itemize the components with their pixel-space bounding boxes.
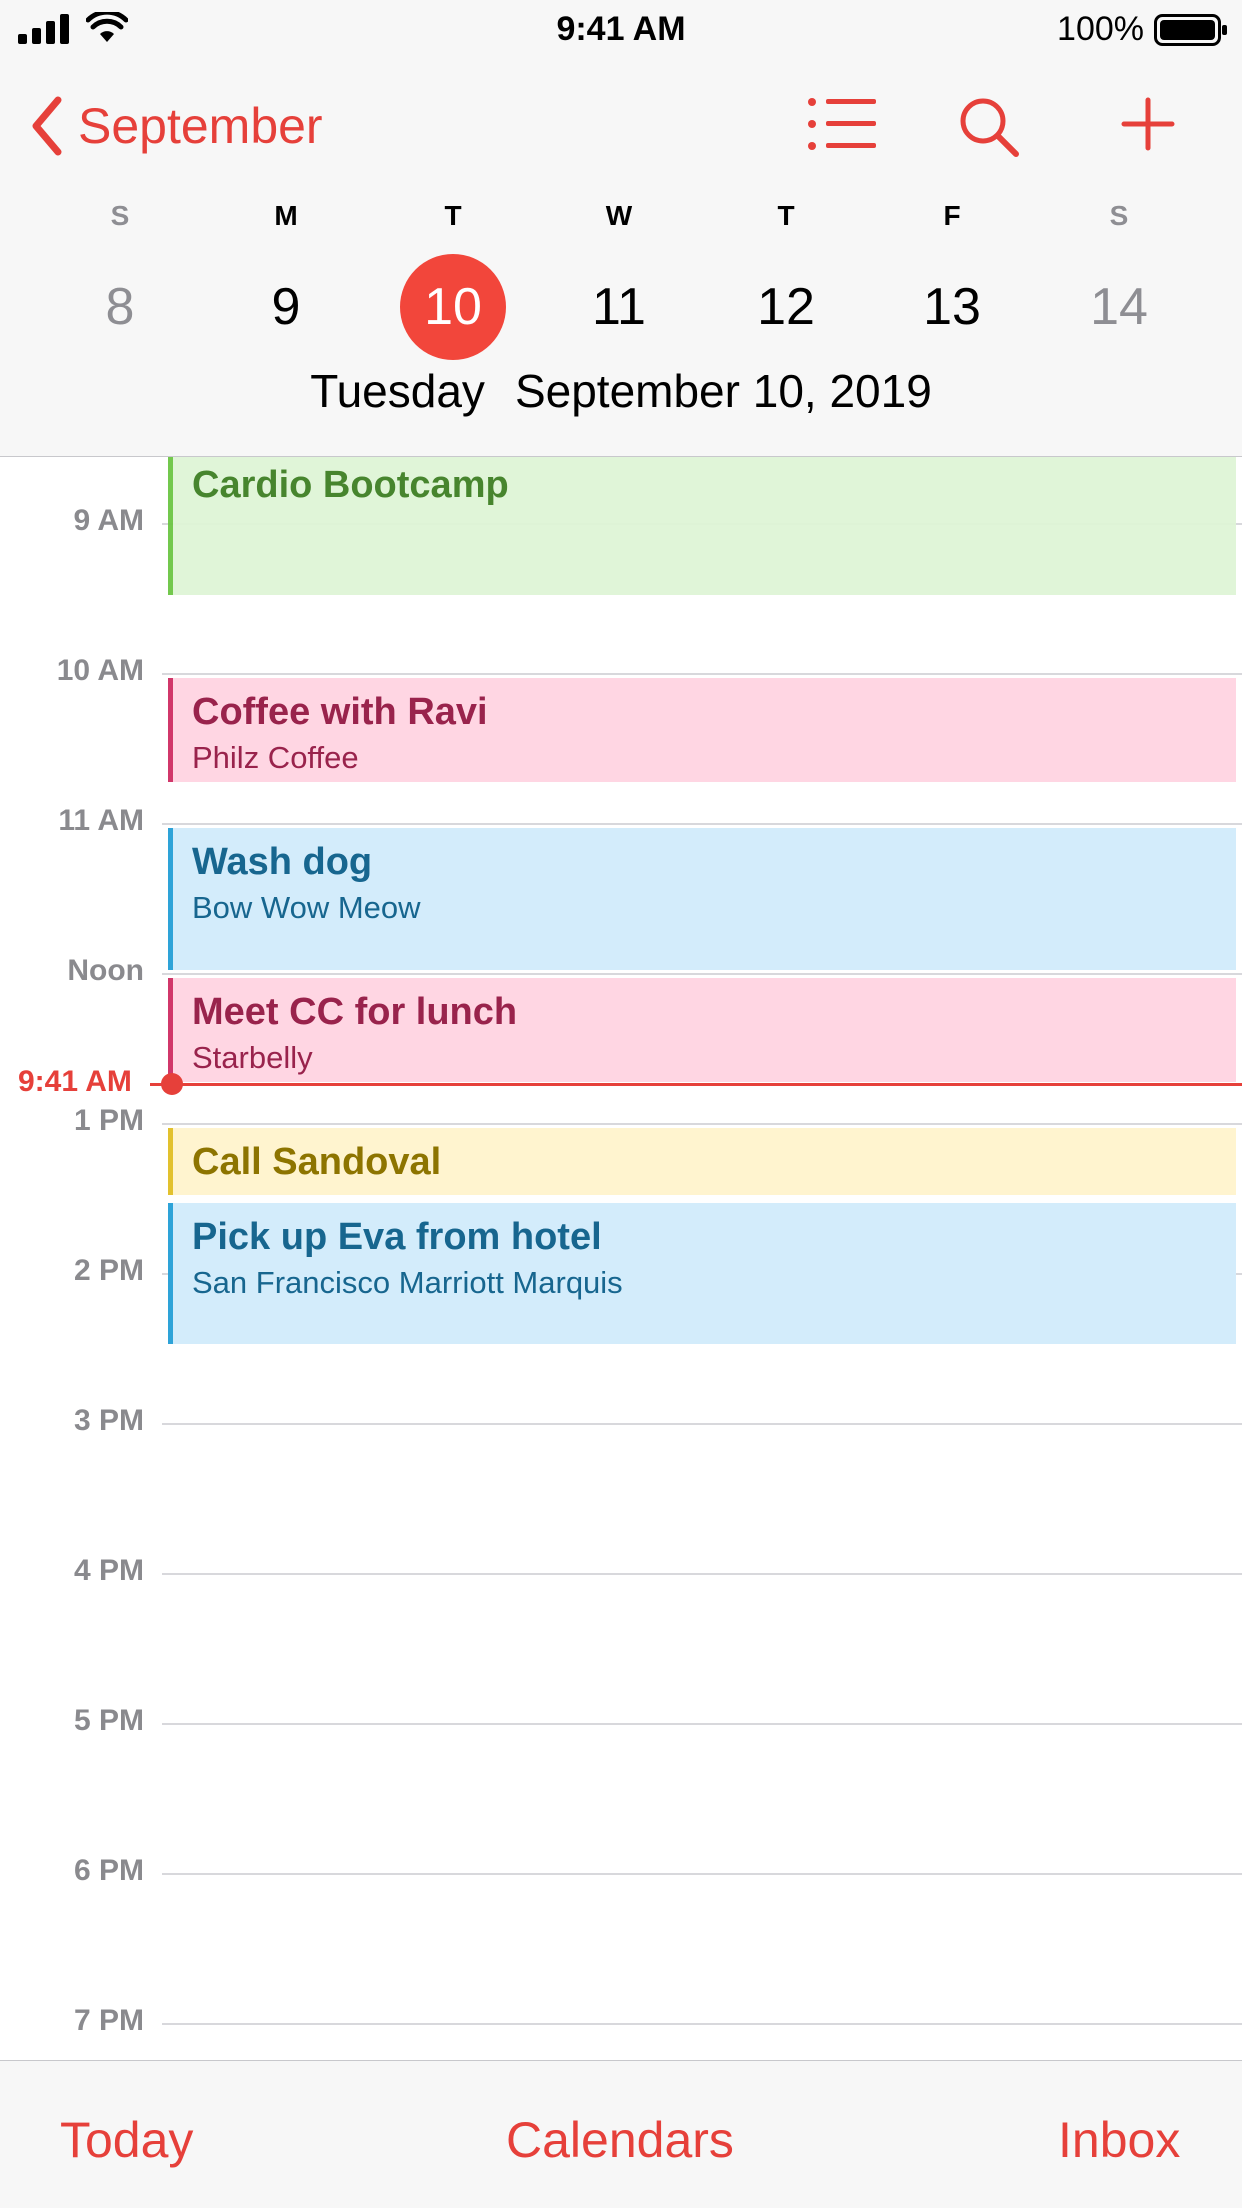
hour-gridline xyxy=(162,1873,1242,1875)
hour-label: 1 PM xyxy=(73,1104,144,1137)
hour-label: 3 PM xyxy=(73,1404,144,1437)
event-title: Coffee with Ravi xyxy=(192,691,488,733)
hour-gridline xyxy=(162,1573,1242,1575)
weekday-label: T xyxy=(777,200,795,231)
date-cell[interactable]: 14 xyxy=(1066,254,1172,360)
hour-gridline xyxy=(162,823,1242,825)
weekday-label: M xyxy=(274,200,298,231)
hour-gridline xyxy=(162,673,1242,675)
event-title: Pick up Eva from hotel xyxy=(192,1216,602,1258)
hour-gridline xyxy=(162,973,1242,975)
hour-label: 5 PM xyxy=(73,1704,144,1737)
hour-label: 4 PM xyxy=(73,1554,144,1587)
current-time-line xyxy=(150,1083,1242,1086)
event-title: Call Sandoval xyxy=(192,1141,442,1183)
current-time-dot xyxy=(161,1073,183,1095)
weekday-label: S xyxy=(1109,200,1129,231)
event-wash-dog[interactable]: Wash dog Bow Wow Meow xyxy=(168,828,1236,970)
date-cell[interactable]: 13 xyxy=(899,254,1005,360)
weekday-label: W xyxy=(605,200,633,231)
list-icon[interactable] xyxy=(808,96,878,152)
event-location: Philz Coffee xyxy=(192,740,359,775)
event-coffee-with-ravi[interactable]: Coffee with Ravi Philz Coffee xyxy=(168,678,1236,782)
weekday-label: S xyxy=(110,200,130,231)
today-button[interactable]: Today xyxy=(60,2111,193,2169)
hour-label: 2 PM xyxy=(73,1254,144,1287)
current-time-label: 9:41 AM xyxy=(18,1065,132,1098)
event-cardio-bootcamp[interactable]: Cardio Bootcamp xyxy=(168,457,1236,595)
hour-gridline xyxy=(162,1723,1242,1725)
event-title: Meet CC for lunch xyxy=(192,991,518,1033)
day-timeline[interactable]: 9 AM 10 AM 11 AM Noon 1 PM 2 PM 3 PM 4 P… xyxy=(0,457,1242,2060)
calendar-header: 9:41 AM 100% September S M T W T F S 8 9… xyxy=(0,0,1242,457)
hour-row: 4 PM xyxy=(0,1554,1242,1587)
weekday-label: F xyxy=(943,200,961,231)
selected-weekday: Tuesday xyxy=(310,365,485,417)
event-location: Bow Wow Meow xyxy=(192,890,421,925)
chevron-left-icon xyxy=(32,96,62,156)
hour-gridline xyxy=(162,2023,1242,2025)
hour-label: 10 AM xyxy=(56,654,144,687)
plus-icon[interactable] xyxy=(1120,96,1176,152)
back-label: September xyxy=(78,98,323,154)
navigation-bar: September xyxy=(0,88,1242,168)
hour-row: 5 PM xyxy=(0,1704,1242,1737)
inbox-button[interactable]: Inbox xyxy=(1058,2111,1180,2169)
hour-row: Noon xyxy=(0,954,1242,987)
back-to-month-button[interactable]: September xyxy=(30,96,323,156)
hour-label: 7 PM xyxy=(73,2004,144,2037)
event-title: Cardio Bootcamp xyxy=(192,464,509,506)
date-cell[interactable]: 8 xyxy=(67,254,173,360)
date-cell[interactable]: 11 xyxy=(566,254,672,360)
calendars-button[interactable]: Calendars xyxy=(506,2111,734,2169)
hour-label: Noon xyxy=(67,954,144,987)
hour-row: 7 PM xyxy=(0,2004,1242,2037)
hour-row: 11 AM xyxy=(0,804,1242,837)
status-time: 9:41 AM xyxy=(556,10,686,48)
calendar-day-screen: 9:41 AM 100% September S M T W T F S 8 9… xyxy=(0,0,1242,2208)
date-cell[interactable]: 9 xyxy=(233,254,339,360)
hour-label: 11 AM xyxy=(58,804,144,837)
event-call-sandoval[interactable]: Call Sandoval xyxy=(168,1128,1236,1195)
weekday-label: T xyxy=(444,200,462,231)
hour-row: 6 PM xyxy=(0,1854,1242,1887)
weekday-labels: S M T W T F S xyxy=(0,200,1242,240)
date-cell[interactable]: 12 xyxy=(733,254,839,360)
date-cell-selected[interactable]: 10 xyxy=(400,254,506,360)
battery-percentage: 100% xyxy=(1057,10,1144,48)
hour-row: 3 PM xyxy=(0,1404,1242,1437)
selected-day-title: Tuesday September 10, 2019 xyxy=(0,364,1242,418)
selected-full-date: September 10, 2019 xyxy=(514,365,932,417)
hour-row: 10 AM xyxy=(0,654,1242,687)
event-pick-up-eva[interactable]: Pick up Eva from hotel San Francisco Mar… xyxy=(168,1203,1236,1344)
search-icon[interactable] xyxy=(958,96,1020,158)
status-bar: 9:41 AM 100% xyxy=(0,0,1242,60)
battery-icon xyxy=(1154,14,1227,46)
event-title: Wash dog xyxy=(192,841,373,883)
hour-label: 9 AM xyxy=(73,504,144,537)
event-meet-cc-for-lunch[interactable]: Meet CC for lunch Starbelly xyxy=(168,978,1236,1082)
tab-bar: Today Calendars Inbox xyxy=(0,2060,1242,2208)
hour-gridline xyxy=(162,1423,1242,1425)
week-date-strip: 8 9 10 11 12 13 14 xyxy=(0,254,1242,360)
event-location: San Francisco Marriott Marquis xyxy=(192,1265,623,1300)
hour-gridline xyxy=(162,1123,1242,1125)
hour-row: 1 PM xyxy=(0,1104,1242,1137)
hour-label: 6 PM xyxy=(73,1854,144,1887)
event-location: Starbelly xyxy=(192,1040,313,1075)
